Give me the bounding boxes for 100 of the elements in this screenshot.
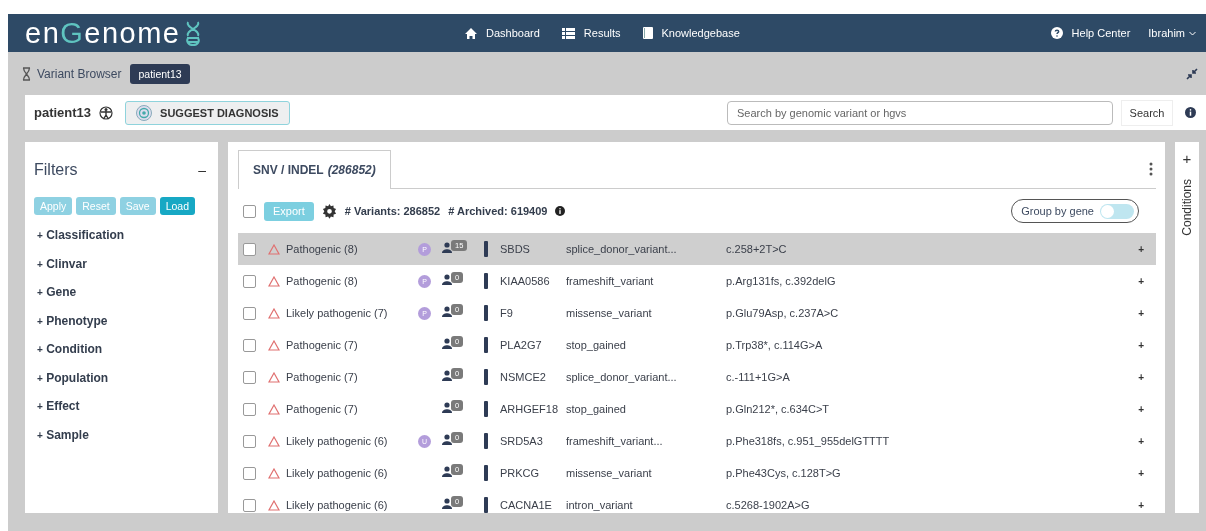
- hgvs-cell: p.Phe43Cys, c.128T>G: [726, 467, 841, 479]
- more-icon[interactable]: [1149, 162, 1153, 176]
- classification-cell-text: Likely pathogenic (7): [286, 307, 389, 319]
- select-all-checkbox[interactable]: [243, 204, 256, 218]
- person-icon: [442, 273, 452, 285]
- hgvs-cell: p.Arg131fs, c.392delG: [726, 275, 836, 287]
- help-link[interactable]: Help Center: [1050, 27, 1131, 39]
- add-condition-button[interactable]: +: [1182, 150, 1192, 167]
- list-icon: [561, 27, 575, 39]
- filter-item[interactable]: + Phenotype: [34, 310, 209, 339]
- collapse-button[interactable]: –: [195, 161, 209, 178]
- nav-link[interactable]: Dashboard: [465, 27, 540, 39]
- row-checkbox[interactable]: [243, 338, 256, 352]
- row-checkbox[interactable]: [243, 466, 256, 480]
- vertical-bar-icon: [484, 497, 488, 513]
- filter-item[interactable]: + Classification: [34, 225, 209, 254]
- vertical-bar-icon: [484, 433, 488, 449]
- hgvs-cell: p.Glu79Asp, c.237A>C: [726, 307, 839, 319]
- vertical-bar-icon: [484, 273, 488, 289]
- classification-cell-text: Pathogenic (8): [286, 243, 359, 255]
- vertical-bar-icon: [484, 337, 488, 353]
- filter-item[interactable]: + Gene: [34, 282, 209, 311]
- row-checkbox[interactable]: [243, 370, 256, 384]
- row-checkbox[interactable]: [243, 274, 256, 288]
- classification-cell-text: Pathogenic (7): [286, 339, 359, 351]
- person-icon: [442, 241, 452, 253]
- warning-triangle-icon: [268, 275, 280, 287]
- patient-badge: patient13: [130, 63, 190, 84]
- filter-item[interactable]: + Clinvar: [34, 253, 209, 282]
- hgvs-cell: c.5268-1902A>G: [726, 499, 810, 511]
- expand-row-button[interactable]: +: [1138, 339, 1144, 351]
- person-icon: [442, 369, 452, 381]
- effect-cell-text: missense_variant: [566, 307, 653, 319]
- search-field[interactable]: Search by genomic variant or hgvs: [727, 100, 1113, 125]
- user-menu[interactable]: Ibrahim: [1148, 27, 1196, 39]
- nav-link[interactable]: Knowledgebase: [642, 27, 740, 39]
- hgvs-cell: p.Gln212*, c.634C>T: [726, 403, 830, 415]
- expand-row-button[interactable]: +: [1138, 243, 1144, 255]
- filter-item[interactable]: + Effect: [34, 396, 209, 425]
- person-icon: [442, 401, 452, 413]
- caret-icon: [1189, 30, 1196, 36]
- effect-cell-text: frameshift_variant: [566, 275, 655, 287]
- effect-cell-text: stop_gained: [566, 403, 627, 415]
- row-checkbox[interactable]: [243, 498, 256, 512]
- hgvs-cell: c.258+2T>C: [726, 243, 787, 255]
- gene-cell-text: ARHGEF18: [500, 403, 560, 415]
- gene-cell-text: SBDS: [500, 243, 531, 255]
- filters-title: Filters: [34, 160, 78, 179]
- row-checkbox[interactable]: [243, 242, 256, 256]
- logo-text[interactable]: enGenome: [25, 18, 181, 48]
- vertical-bar-icon: [484, 369, 488, 385]
- patient-name: patient13: [34, 105, 92, 120]
- effect-cell-text: frameshift_variant...: [566, 435, 664, 447]
- info-icon[interactable]: [1185, 107, 1196, 118]
- help-icon: [1050, 27, 1063, 39]
- expand-row-button[interactable]: +: [1138, 275, 1144, 287]
- vertical-bar-icon: [484, 401, 488, 417]
- effect-cell-text: intron_variant: [566, 499, 634, 511]
- tab[interactable]: SNV / INDEL (286852): [238, 150, 391, 189]
- person-icon: [442, 337, 452, 349]
- gene-cell-text: PLA2G7: [500, 339, 543, 351]
- row-checkbox[interactable]: [243, 434, 256, 448]
- settings-icon[interactable]: [321, 203, 337, 219]
- nav-link[interactable]: Results: [561, 27, 621, 39]
- expand-row-button[interactable]: +: [1138, 499, 1144, 511]
- warning-triangle-icon: [268, 435, 280, 447]
- person-icon: [442, 433, 452, 445]
- warning-triangle-icon: [268, 243, 280, 255]
- info-icon[interactable]: [555, 206, 566, 216]
- expand-row-button[interactable]: +: [1138, 435, 1144, 447]
- person-icon: [442, 465, 452, 477]
- home-icon: [465, 27, 477, 39]
- vertical-bar-icon: [484, 241, 488, 257]
- effect-cell-text: stop_gained: [566, 339, 627, 351]
- warning-triangle-icon: [268, 371, 280, 383]
- row-checkbox[interactable]: [243, 402, 256, 416]
- row-checkbox[interactable]: [243, 306, 256, 320]
- classification-cell-text: Pathogenic (8): [286, 275, 359, 287]
- expand-row-button[interactable]: +: [1138, 403, 1144, 415]
- search-button[interactable]: Search: [1121, 99, 1173, 126]
- warning-triangle-icon: [268, 307, 280, 319]
- collapse-icon[interactable]: [1186, 67, 1198, 80]
- filter-item[interactable]: + Condition: [34, 339, 209, 368]
- breadcrumb-label[interactable]: Variant Browser: [37, 66, 122, 81]
- hgvs-cell: p.Phe318fs, c.951_955delGTTTT: [726, 435, 890, 447]
- warning-triangle-icon: [268, 467, 280, 479]
- conditions-label[interactable]: Conditions: [1180, 179, 1194, 236]
- classification-cell-text: Pathogenic (7): [286, 371, 359, 383]
- archived-count: # Archived: 619409: [448, 205, 548, 217]
- expand-row-button[interactable]: +: [1138, 467, 1144, 479]
- filter-item[interactable]: + Population: [34, 367, 209, 396]
- gene-cell-text: CACNA1E: [500, 499, 553, 511]
- target-icon: [136, 104, 153, 121]
- expand-row-button[interactable]: +: [1138, 307, 1144, 319]
- filter-item[interactable]: + Sample: [34, 424, 209, 453]
- suggest-diagnosis-button[interactable]: SUGGEST DIAGNOSIS: [125, 100, 290, 125]
- hgvs-cell: p.Trp38*, c.114G>A: [726, 339, 823, 351]
- expand-row-button[interactable]: +: [1138, 371, 1144, 383]
- gene-cell-text: NSMCE2: [500, 371, 547, 383]
- vertical-bar-icon: [484, 305, 488, 321]
